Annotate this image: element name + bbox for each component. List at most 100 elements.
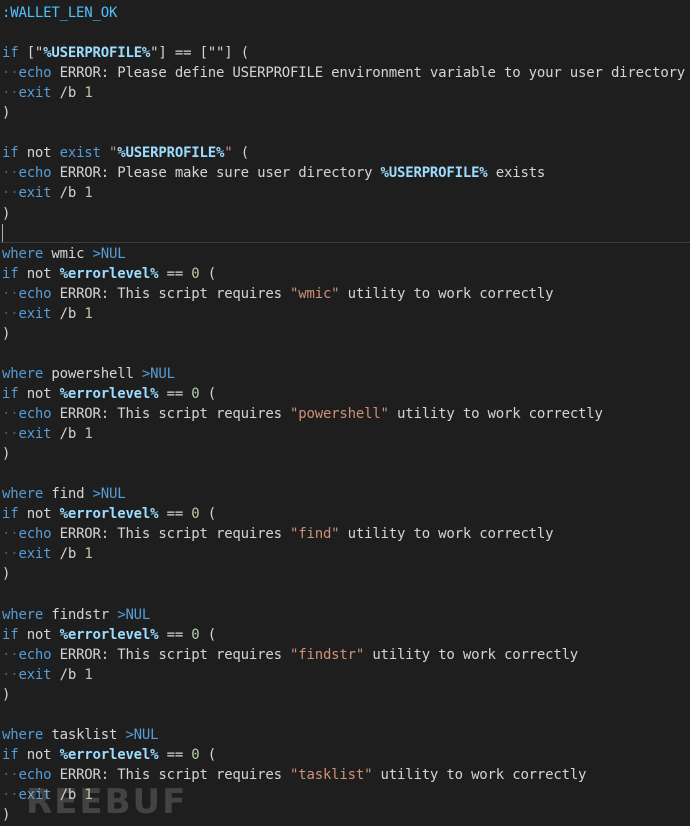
code-line[interactable]: ) — [2, 805, 10, 825]
code-token: if — [2, 506, 19, 523]
code-token: not — [18, 265, 60, 282]
code-token: ) — [2, 686, 11, 703]
code-token: ·· — [2, 546, 19, 563]
code-line[interactable]: ) — [2, 564, 10, 584]
code-token: echo — [18, 165, 52, 182]
code-token: echo — [18, 646, 52, 663]
code-token: ·· — [2, 65, 19, 82]
code-line[interactable]: if not exist "%USERPROFILE%" ( — [2, 143, 249, 163]
code-line[interactable]: ··echo ERROR: Please make sure user dire… — [2, 163, 545, 183]
watermark-logo: REEBUF — [26, 782, 188, 822]
code-token: %USERPROFILE% — [43, 45, 151, 62]
code-token: 1 — [84, 85, 93, 102]
code-token: if — [2, 145, 19, 162]
code-line[interactable]: ) — [2, 204, 10, 224]
code-token: utility to work correctly — [364, 646, 579, 663]
code-line[interactable]: where tasklist >NUL — [2, 725, 159, 745]
code-token: ·· — [2, 85, 19, 102]
code-token: 0 — [191, 385, 200, 402]
code-token: utility to work correctly — [339, 285, 554, 302]
code-token: utility to work correctly — [372, 766, 587, 783]
code-line[interactable]: if not %errorlevel% == 0 ( — [2, 384, 216, 404]
code-line[interactable]: where powershell >NUL — [2, 364, 175, 384]
code-token: ·· — [2, 406, 19, 422]
code-token: == — [174, 45, 192, 62]
code-line[interactable]: :WALLET_LEN_OK — [2, 3, 117, 23]
code-line[interactable]: if not %errorlevel% == 0 ( — [2, 625, 216, 645]
code-token: >NUL — [141, 365, 175, 382]
code-line[interactable]: ··echo ERROR: This script requires "wmic… — [2, 284, 554, 304]
code-line[interactable]: where findstr >NUL — [2, 605, 150, 625]
code-token: %USERPROFILE% — [380, 165, 488, 182]
code-line[interactable]: ) — [2, 685, 10, 705]
code-token: ERROR: This script requires — [51, 766, 291, 783]
code-token: 0 — [191, 746, 200, 763]
code-token: where — [2, 365, 44, 382]
code-token: ·· — [2, 305, 19, 322]
code-line[interactable]: ··exit /b 1 — [2, 665, 93, 685]
code-token: %USERPROFILE% — [117, 145, 225, 162]
code-token: ( — [199, 746, 216, 763]
code-token: ( — [232, 145, 249, 162]
code-token: ( — [199, 385, 216, 402]
code-token: exit — [18, 546, 52, 563]
code-token: exit — [18, 185, 52, 202]
code-token: find — [43, 486, 93, 503]
code-token: >NUL — [92, 245, 126, 262]
code-line[interactable]: where wmic >NUL — [2, 244, 126, 264]
code-line[interactable]: ··echo ERROR: Please define USERPROFILE … — [2, 63, 685, 83]
code-token: where — [2, 245, 44, 262]
code-line[interactable]: ··exit /b 1 — [2, 183, 93, 203]
code-token: ·· — [2, 666, 19, 683]
code-token: if — [2, 385, 19, 402]
code-token: tasklist — [43, 726, 126, 743]
code-token: echo — [18, 526, 52, 543]
code-token: :WALLET_LEN_OK — [2, 5, 118, 21]
code-line[interactable]: ) — [2, 324, 10, 344]
code-line[interactable]: where find >NUL — [2, 484, 126, 504]
code-token: ) — [2, 105, 11, 122]
code-token: "tasklist" — [290, 766, 373, 783]
code-token: "find" — [290, 526, 340, 543]
code-token: == — [158, 626, 192, 643]
code-token: %errorlevel% — [59, 746, 159, 763]
code-token: if — [2, 746, 19, 763]
code-line[interactable]: if not %errorlevel% == 0 ( — [2, 504, 216, 524]
code-line[interactable]: ··exit /b 1 — [2, 544, 93, 564]
code-line[interactable]: ··exit /b 1 — [2, 304, 93, 324]
code-token: ERROR: This script requires — [51, 646, 291, 663]
code-token: not — [18, 746, 60, 763]
code-token: findstr — [43, 606, 118, 623]
code-token: ERROR: This script requires — [51, 285, 291, 302]
code-token: utility to work correctly — [339, 526, 554, 543]
code-line[interactable]: ) — [2, 444, 10, 464]
code-token: exit — [18, 85, 52, 102]
code-token: /b — [51, 666, 85, 683]
code-token: ·· — [2, 165, 19, 182]
code-editor[interactable]: :WALLET_LEN_OKif ["%USERPROFILE%"] == ["… — [0, 0, 690, 826]
code-line[interactable]: ··exit /b 1 — [2, 424, 93, 444]
code-line[interactable]: if ["%USERPROFILE%"] == [""] ( — [2, 43, 249, 63]
code-line[interactable]: ··echo ERROR: This script requires "powe… — [2, 404, 603, 424]
code-line[interactable]: if not %errorlevel% == 0 ( — [2, 264, 216, 284]
code-token: 1 — [84, 426, 93, 443]
code-line[interactable]: ) — [2, 103, 10, 123]
code-token: not — [18, 506, 60, 523]
code-token: ·· — [2, 766, 19, 783]
code-token: ( — [240, 45, 249, 62]
code-token: == — [158, 746, 192, 763]
code-line[interactable]: ··echo ERROR: This script requires "find… — [2, 524, 554, 544]
code-token: /b — [51, 546, 85, 563]
code-line[interactable]: if not %errorlevel% == 0 ( — [2, 745, 216, 765]
code-token: not — [18, 145, 60, 162]
code-line[interactable]: ··exit /b 1 — [2, 83, 93, 103]
code-token: [" — [26, 45, 44, 62]
code-line[interactable]: ··echo ERROR: This script requires "find… — [2, 645, 578, 665]
code-token: echo — [18, 285, 52, 302]
code-token: >NUL — [125, 726, 159, 743]
code-token: if — [2, 265, 19, 282]
code-token: 0 — [191, 626, 200, 643]
text-cursor — [2, 224, 3, 242]
